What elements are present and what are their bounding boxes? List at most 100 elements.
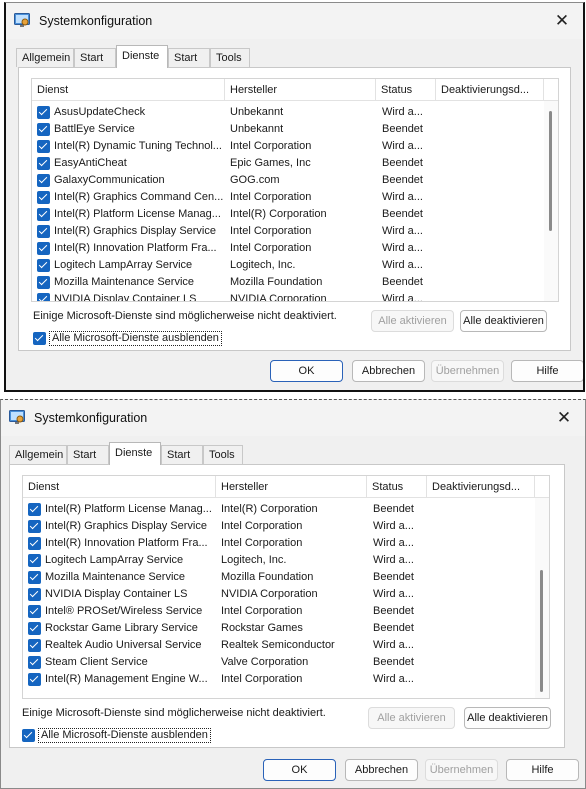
title-bar[interactable]: Systemkonfiguration ✕ [1,400,585,436]
enable-all-button[interactable]: Alle aktivieren [371,310,454,332]
column-header-hersteller[interactable]: Hersteller [225,79,376,101]
cancel-button[interactable]: Abbrechen [352,360,425,382]
tab-start[interactable]: Start [67,445,109,464]
tab-allgemein[interactable]: Allgemein [16,48,74,67]
column-header-status[interactable]: Status [376,79,436,101]
column-header-hersteller[interactable]: Hersteller [216,476,367,498]
column-header-status[interactable]: Status [367,476,427,498]
hide-microsoft-label: Alle Microsoft-Dienste ausblenden [38,728,211,743]
column-header-dienst[interactable]: Dienst [23,476,216,498]
tab-dienste[interactable]: Dienste [116,45,168,68]
service-checkbox[interactable] [37,191,50,204]
service-checkbox[interactable] [37,208,50,221]
service-checkbox[interactable] [37,106,50,119]
title-bar[interactable]: Systemkonfiguration ✕ [6,3,583,39]
ok-button[interactable]: OK [270,360,343,382]
hide-microsoft-services[interactable]: Alle Microsoft-Dienste ausblenden [33,331,223,346]
service-row[interactable]: Intel(R) Management Engine W... Intel Cor… [23,671,549,688]
service-row[interactable]: Mozilla Maintenance Service Mozilla Found… [32,274,558,291]
service-checkbox[interactable] [37,225,50,238]
services-list[interactable]: Dienst Hersteller Status Deaktivierungsd… [22,475,550,699]
service-checkbox[interactable] [37,242,50,255]
apply-button[interactable]: Übernehmen [425,759,498,781]
enable-all-button[interactable]: Alle aktivieren [368,707,455,729]
service-manufacturer: Intel Corporation [230,242,312,254]
apply-button[interactable]: Übernehmen [431,360,504,382]
service-checkbox[interactable] [28,605,41,618]
service-checkbox[interactable] [28,571,41,584]
service-row[interactable]: Intel(R) Innovation Platform Fra... Intel… [23,535,549,552]
tab-allgemein[interactable]: Allgemein [9,445,67,464]
tab-tools[interactable]: Tools [203,445,243,464]
column-header-deaktivierungsdatum[interactable]: Deaktivierungsd... [436,79,544,101]
tab-tools[interactable]: Tools [210,48,250,67]
service-row[interactable]: Logitech LampArray Service Logitech, Inc.… [23,552,549,569]
tab-start-2[interactable]: Start [168,48,210,67]
service-checkbox[interactable] [28,503,41,516]
service-row[interactable]: NVIDIA Display Container LS NVIDIA Corpor… [23,586,549,603]
vertical-scrollbar[interactable] [544,101,558,301]
service-checkbox[interactable] [37,259,50,272]
hide-microsoft-checkbox[interactable] [22,729,35,742]
service-checkbox[interactable] [37,157,50,170]
service-checkbox[interactable] [37,174,50,187]
service-checkbox[interactable] [28,673,41,686]
service-name: Mozilla Maintenance Service [54,276,195,288]
service-status: Beendet [382,208,423,220]
service-checkbox[interactable] [28,622,41,635]
service-checkbox[interactable] [28,639,41,652]
service-manufacturer: Unbekannt [230,123,284,135]
service-row[interactable]: Logitech LampArray Service Logitech, Inc.… [32,257,558,274]
disable-all-button[interactable]: Alle deaktivieren [460,310,547,332]
close-icon[interactable]: ✕ [553,12,571,30]
help-button[interactable]: Hilfe [511,360,583,382]
service-row[interactable]: Steam Client Service Valve Corporation Bee… [23,654,549,671]
services-list[interactable]: Dienst Hersteller Status Deaktivierungsd… [31,78,559,302]
disable-all-button[interactable]: Alle deaktivieren [464,707,551,729]
column-header-deaktivierungsdatum[interactable]: Deaktivierungsd... [427,476,535,498]
service-checkbox[interactable] [37,140,50,153]
cancel-button[interactable]: Abbrechen [345,759,418,781]
service-row[interactable]: Intel(R) Graphics Display Service Intel C… [32,223,558,240]
service-name: EasyAntiCheat [54,157,127,169]
hide-microsoft-services[interactable]: Alle Microsoft-Dienste ausblenden [22,728,212,743]
tab-start-2[interactable]: Start [161,445,203,464]
service-name: Intel(R) Graphics Command Cen... [54,191,224,203]
service-checkbox[interactable] [37,276,50,289]
service-checkbox[interactable] [37,123,50,136]
service-checkbox[interactable] [28,588,41,601]
tab-dienste[interactable]: Dienste [109,442,161,465]
service-manufacturer: Intel Corporation [221,537,303,549]
service-checkbox[interactable] [28,537,41,550]
help-button[interactable]: Hilfe [506,759,579,781]
close-icon[interactable]: ✕ [555,409,573,427]
service-row[interactable]: GalaxyCommunication GOG.com Beendet [32,172,558,189]
service-status: Wird a... [373,537,414,549]
hide-microsoft-checkbox[interactable] [33,332,46,345]
tab-start[interactable]: Start [74,48,116,67]
service-row[interactable]: Realtek Audio Universal Service Realtek S… [23,637,549,654]
service-row[interactable]: Mozilla Maintenance Service Mozilla Found… [23,569,549,586]
column-header-dienst[interactable]: Dienst [32,79,225,101]
service-checkbox[interactable] [28,520,41,533]
service-row[interactable]: NVIDIA Display Container LS NVIDIA Corpor… [32,291,558,301]
service-row[interactable]: Intel(R) Platform License Manag... Intel(… [32,206,558,223]
service-checkbox[interactable] [28,554,41,567]
vertical-scrollbar[interactable] [535,498,549,698]
service-row[interactable]: Rockstar Game Library Service Rockstar Ga… [23,620,549,637]
service-row[interactable]: EasyAntiCheat Epic Games, Inc Beendet [32,155,558,172]
service-row[interactable]: Intel(R) Dynamic Tuning Technol... Intel … [32,138,558,155]
service-row[interactable]: Intel(R) Innovation Platform Fra... Intel… [32,240,558,257]
scrollbar-thumb[interactable] [549,111,552,231]
service-row[interactable]: BattlEye Service Unbekannt Beendet [32,121,558,138]
service-status: Wird a... [382,242,423,254]
service-row[interactable]: AsusUpdateCheck Unbekannt Wird a... [32,104,558,121]
service-row[interactable]: Intel® PROSet/Wireless Service Intel Corp… [23,603,549,620]
service-row[interactable]: Intel(R) Graphics Display Service Intel C… [23,518,549,535]
service-row[interactable]: Intel(R) Platform License Manag... Intel(… [23,501,549,518]
service-row[interactable]: Intel(R) Graphics Command Cen... Intel Co… [32,189,558,206]
scrollbar-thumb[interactable] [540,570,543,692]
service-checkbox[interactable] [37,293,50,301]
ok-button[interactable]: OK [263,759,336,781]
service-checkbox[interactable] [28,656,41,669]
